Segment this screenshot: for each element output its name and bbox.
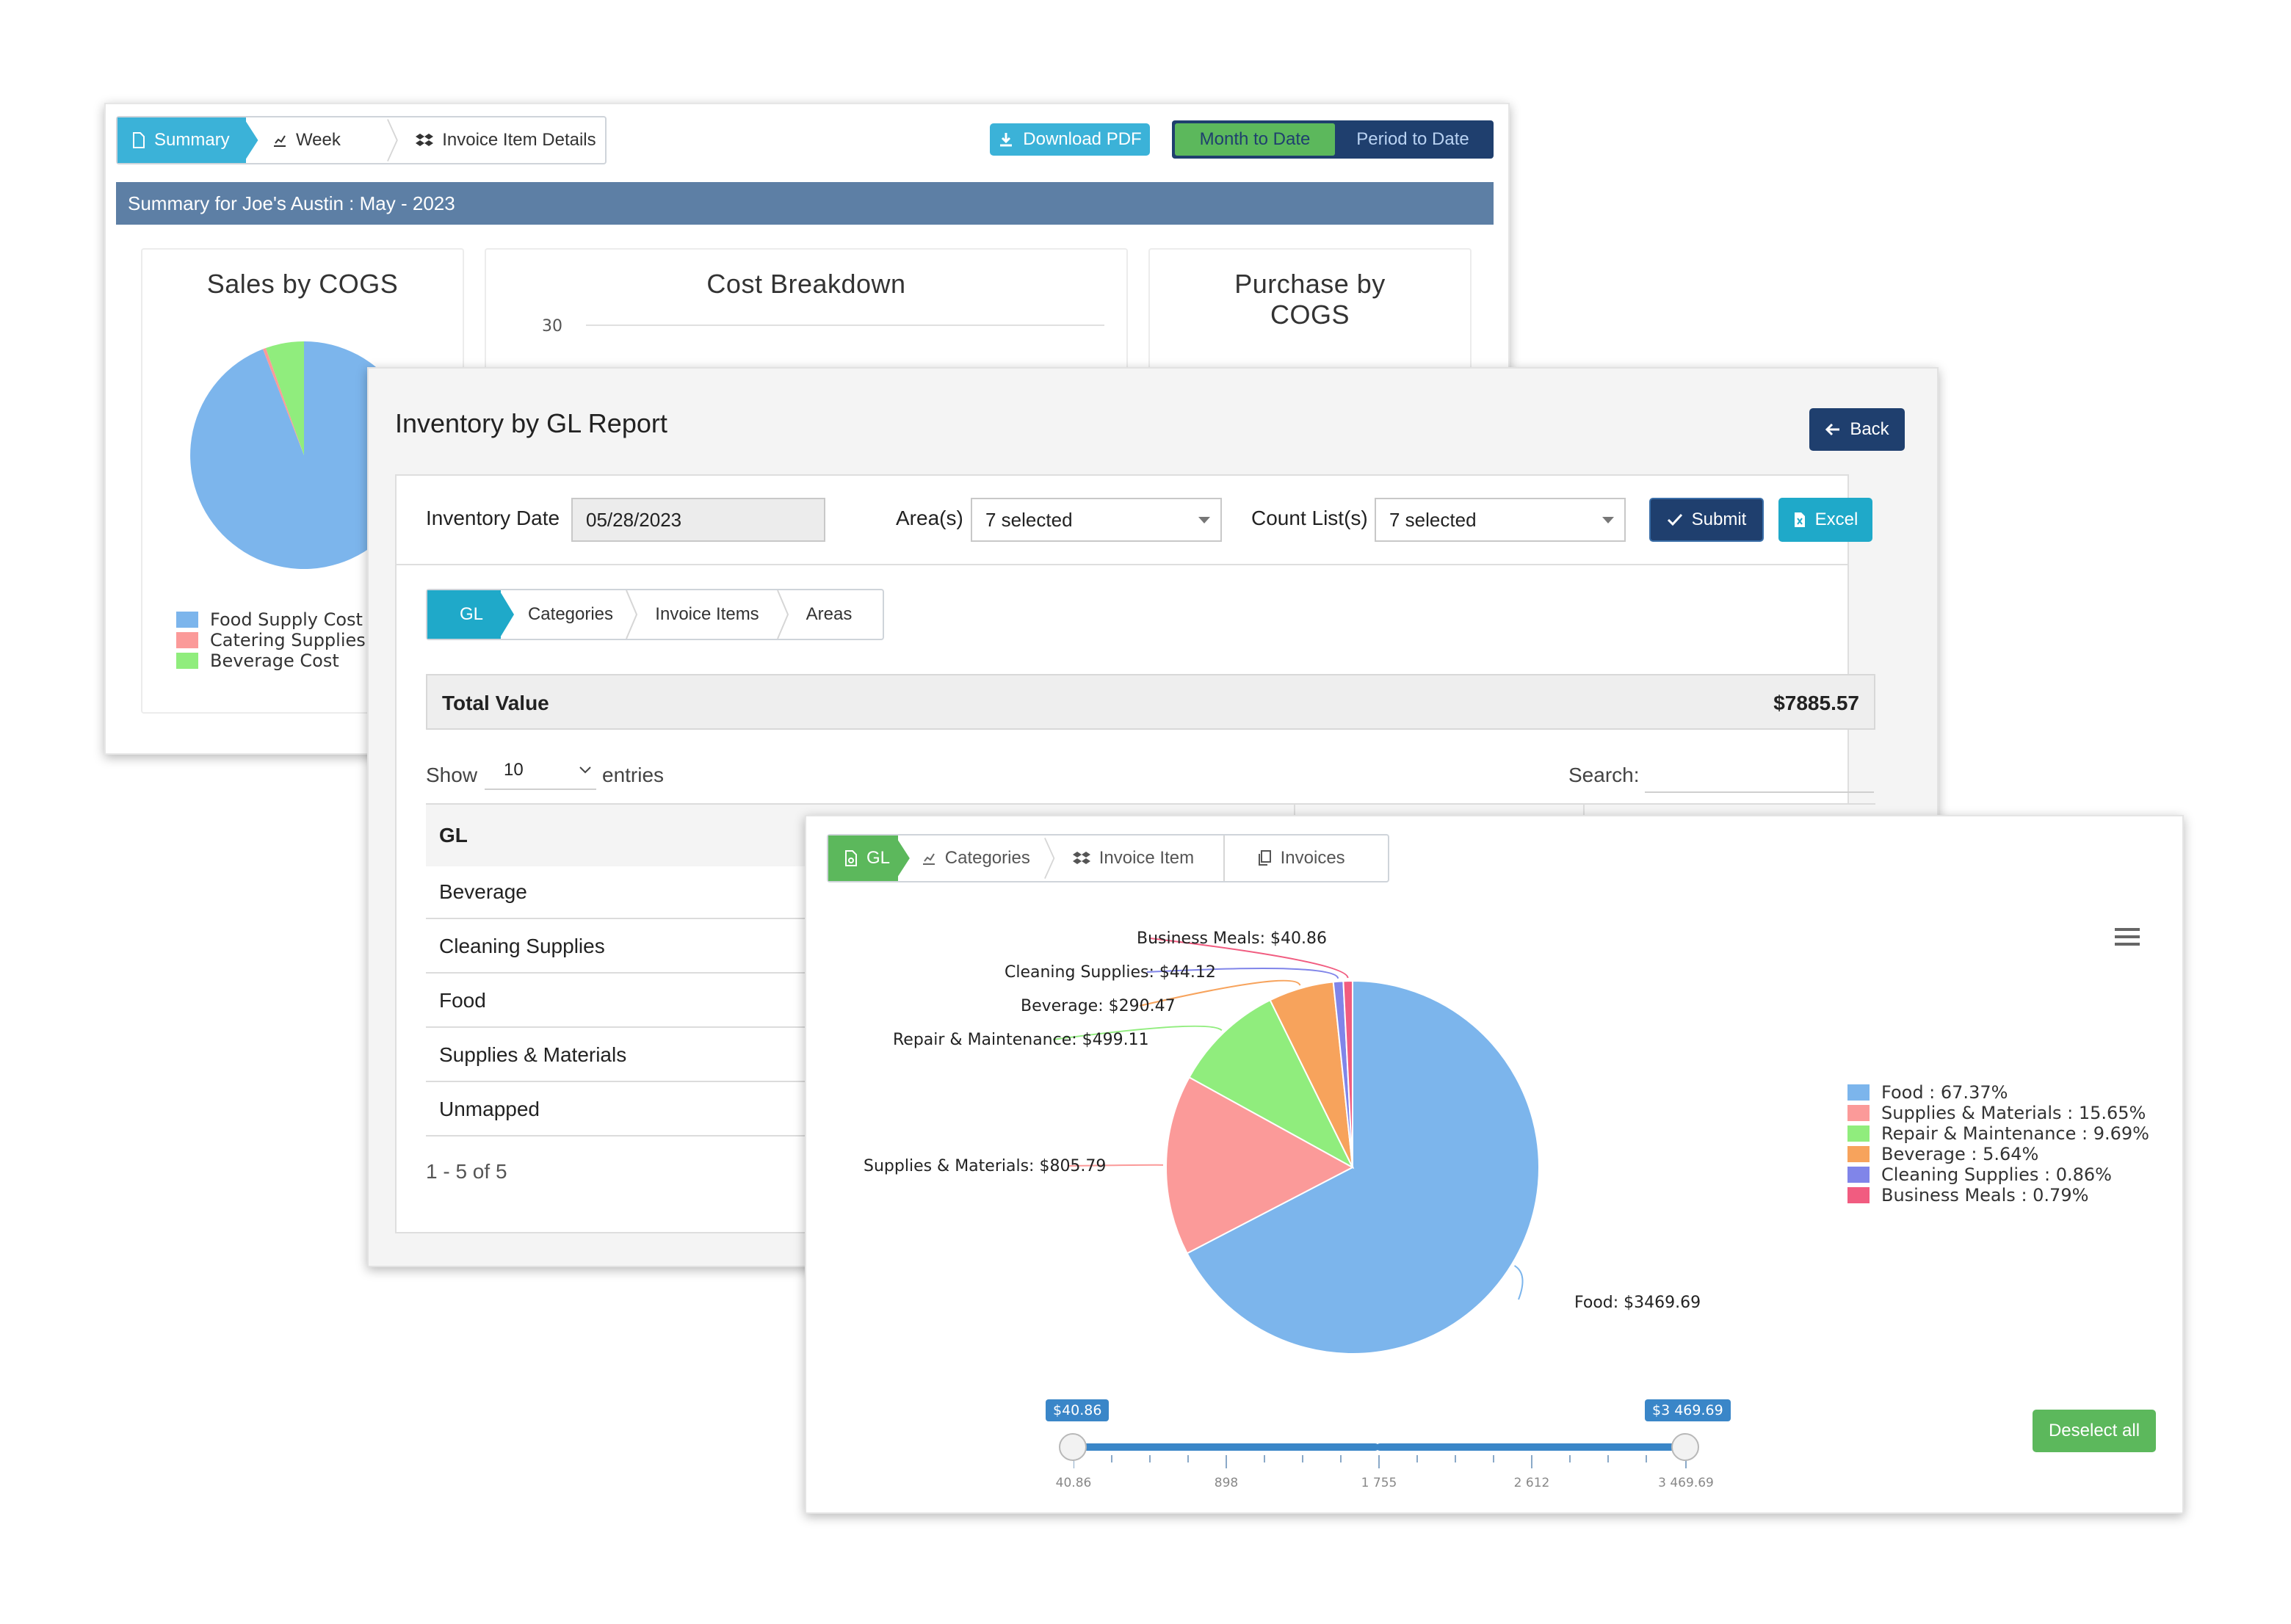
count-lists-label: Count List(s): [1251, 507, 1368, 529]
chart-icon: [273, 135, 286, 147]
pie-label-business-meals: Business Meals: $40.86: [1137, 929, 1327, 948]
legend-swatch: [176, 653, 198, 669]
legend-swatch: [1847, 1105, 1870, 1121]
pie-label-food: Food: $3469.69: [1574, 1294, 1701, 1312]
legend-swatch: [1847, 1084, 1870, 1101]
areas-label: Area(s): [896, 507, 963, 529]
range-tick-label: 1 755: [1361, 1476, 1397, 1490]
search-label: Search:: [1568, 764, 1640, 786]
legend-food[interactable]: Food : 67.37%: [1847, 1082, 2008, 1103]
areas-select[interactable]: 7 selected: [971, 498, 1222, 542]
range-tick-label: 2 612: [1513, 1476, 1550, 1490]
back-button[interactable]: Back: [1809, 408, 1905, 451]
gridline: [586, 325, 1104, 326]
legend-business-meals[interactable]: Business Meals : 0.79%: [1847, 1185, 2088, 1206]
table-row[interactable]: Food: [426, 975, 822, 1028]
summary-banner: Summary for Joe's Austin : May - 2023: [116, 182, 1494, 225]
range-max-chip: $3 469.69: [1645, 1399, 1731, 1421]
legend-beverage[interactable]: Beverage : 5.64%: [1847, 1144, 2038, 1164]
pie-label-beverage: Beverage: $290.47: [1021, 997, 1176, 1015]
submit-button[interactable]: Submit: [1649, 498, 1764, 542]
page-title: Inventory by GL Report: [395, 408, 667, 438]
total-value-label: Total Value: [442, 692, 549, 714]
range-tick-label: 40.86: [1055, 1476, 1092, 1490]
pie-label-cleaning-supplies: Cleaning Supplies: $44.12: [1005, 963, 1216, 982]
download-pdf-button[interactable]: Download PDF: [990, 123, 1150, 156]
pie-label-repair-maintenance: Repair & Maintenance: $499.11: [893, 1031, 1149, 1049]
range-tick-label: 898: [1214, 1476, 1239, 1490]
legend-supplies-materials[interactable]: Supplies & Materials : 15.65%: [1847, 1103, 2146, 1123]
legend-beverage-cost[interactable]: Beverage Cost: [176, 650, 339, 671]
excel-file-icon: [1794, 512, 1805, 527]
legend-swatch: [176, 632, 198, 648]
download-icon: [1000, 133, 1013, 147]
tab-arrow: [499, 590, 514, 639]
tab-gl[interactable]: GL: [427, 590, 501, 639]
tab-summary[interactable]: Summary: [117, 117, 246, 163]
tab-separator: [777, 590, 789, 639]
period-to-date-button[interactable]: Period to Date: [1335, 123, 1491, 156]
legend-cleaning-supplies[interactable]: Cleaning Supplies : 0.86%: [1847, 1164, 2112, 1185]
document-icon: [133, 132, 145, 148]
entries-label: entries: [602, 764, 665, 786]
total-value-bar: Total Value $7885.57: [426, 674, 1875, 730]
legend-swatch: [1847, 1167, 1870, 1183]
pie-connector-food: [1513, 1265, 1524, 1300]
range-track[interactable]: [1074, 1443, 1379, 1451]
purchase-by-cogs-title: Purchase by COGS: [1234, 269, 1386, 330]
tab-week[interactable]: Week: [259, 117, 388, 163]
table-header-gl[interactable]: GL: [439, 824, 468, 847]
dropbox-icon: [416, 134, 434, 146]
arrow-left-icon: [1825, 423, 1840, 436]
legend-swatch: [176, 612, 198, 628]
table-row[interactable]: Supplies & Materials: [426, 1029, 822, 1082]
legend-repair-maintenance[interactable]: Repair & Maintenance : 9.69%: [1847, 1123, 2149, 1144]
total-value-amount: $7885.57: [1773, 692, 1859, 714]
tab-categories[interactable]: Categories: [515, 590, 626, 639]
legend-swatch: [1847, 1125, 1870, 1142]
check-icon: [1667, 513, 1682, 526]
chevron-down-icon: [1198, 517, 1210, 523]
tab-arrow: [244, 119, 258, 162]
period-toggle: Month to Date Period to Date: [1172, 120, 1494, 159]
month-to-date-button[interactable]: Month to Date: [1175, 123, 1335, 156]
excel-button[interactable]: Excel: [1778, 498, 1872, 542]
y-axis-tick: 30: [542, 317, 562, 336]
range-min-chip: $40.86: [1046, 1399, 1110, 1421]
range-track-right[interactable]: [1376, 1443, 1686, 1451]
count-lists-select[interactable]: 7 selected: [1375, 498, 1626, 542]
inventory-date-label: Inventory Date: [426, 507, 560, 529]
range-max-handle[interactable]: [1671, 1433, 1699, 1461]
chevron-down-icon: [1602, 517, 1614, 523]
filter-bar: Inventory Date 05/28/2023 Area(s) 7 sele…: [397, 476, 1872, 565]
entries-select[interactable]: 10: [485, 752, 596, 790]
tab-invoice-items[interactable]: Invoice Items: [637, 590, 777, 639]
table-row[interactable]: Unmapped: [426, 1084, 822, 1137]
summary-tabs: Summary Week Invoice Item Details: [116, 116, 607, 164]
range-ticks: [1074, 1455, 1687, 1468]
tab-separator: [626, 590, 637, 639]
legend-food-supply-cost[interactable]: Food Supply Cost: [176, 609, 363, 630]
table-row[interactable]: Beverage: [426, 866, 822, 919]
chart-window: GL Categories Invoice Item Invoices Food…: [805, 815, 2184, 1514]
inventory-date-input[interactable]: 05/28/2023: [571, 498, 825, 542]
cost-breakdown-title: Cost Breakdown: [706, 269, 906, 299]
legend-catering-supplies[interactable]: Catering Supplies C: [176, 630, 383, 650]
pagination-info: 1 - 5 of 5: [426, 1160, 507, 1183]
table-row[interactable]: Cleaning Supplies: [426, 921, 822, 974]
chevron-down-icon: [579, 766, 591, 774]
pie-label-supplies-materials: Supplies & Materials: $805.79: [864, 1157, 1107, 1175]
range-tick-label: 3 469.69: [1658, 1476, 1714, 1490]
search-input[interactable]: [1645, 753, 1874, 793]
range-min-handle[interactable]: [1059, 1433, 1087, 1461]
legend-swatch: [1847, 1146, 1870, 1162]
sales-by-cogs-title: Sales by COGS: [206, 269, 399, 299]
deselect-all-button[interactable]: Deselect all: [2033, 1410, 2156, 1452]
show-label: Show: [426, 764, 478, 786]
legend-swatch: [1847, 1187, 1870, 1203]
tab-separator: [387, 119, 399, 162]
tab-invoice-item-details[interactable]: Invoice Item Details: [398, 117, 605, 163]
view-tabs: GL Categories Invoice Items Areas: [426, 589, 884, 640]
tab-areas[interactable]: Areas: [789, 590, 869, 639]
